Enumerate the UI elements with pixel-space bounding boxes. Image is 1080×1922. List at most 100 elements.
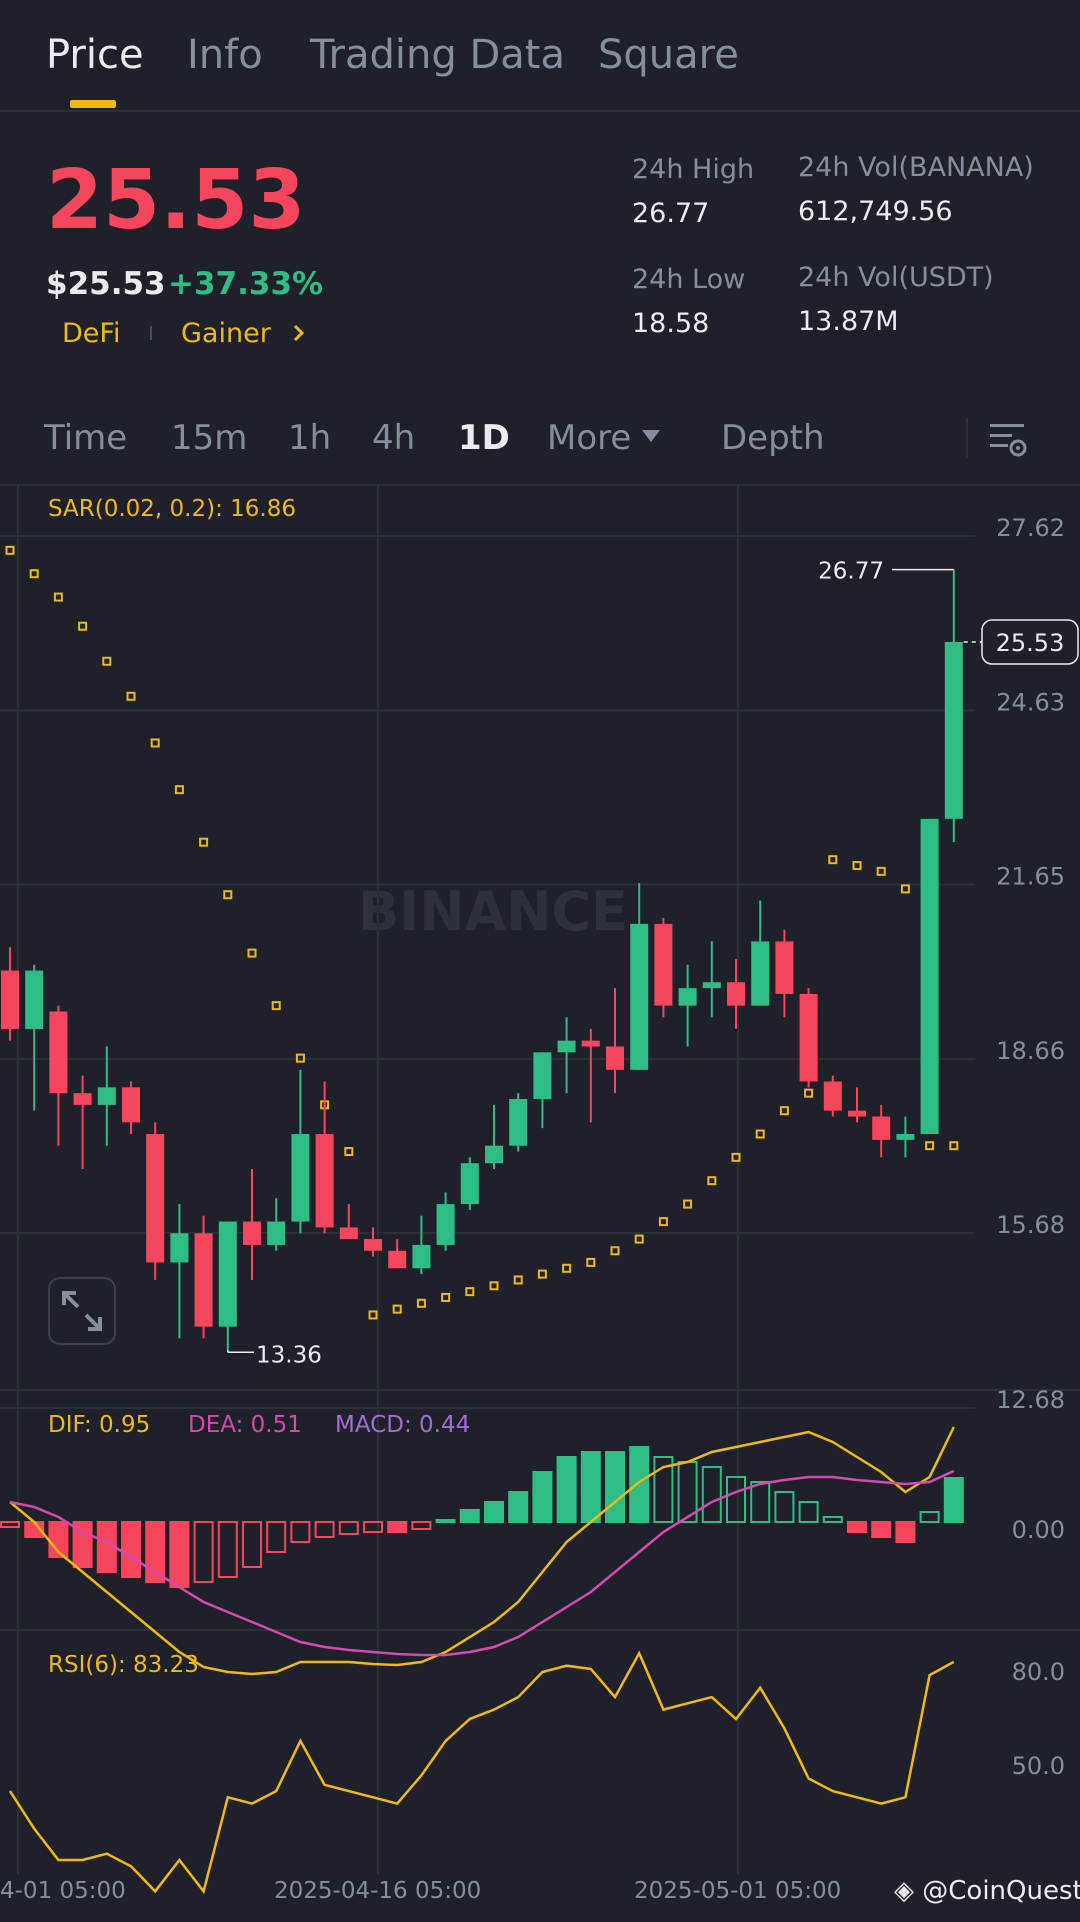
- y-tick-label: 24.63: [996, 689, 1065, 717]
- macd-bar: [193, 1521, 214, 1583]
- price-usd: $25.53: [46, 266, 166, 302]
- macd-bar: [726, 1476, 746, 1523]
- chart-settings-icon[interactable]: [988, 420, 1028, 460]
- candle-body: [1, 970, 19, 1029]
- sar-dot: [513, 1275, 523, 1285]
- sar-dot: [562, 1263, 572, 1273]
- dif-label: DIF: 0.95: [48, 1412, 151, 1438]
- candle-body: [122, 1087, 140, 1123]
- interval-more[interactable]: More: [547, 418, 631, 458]
- interval-time[interactable]: Time: [44, 418, 127, 458]
- price-chart[interactable]: 26.77 13.36 25.53 27.62 24.63 21.65 18.66 15.6…: [0, 484, 1080, 1922]
- x-tick-3: 2025-05-01 05:00: [634, 1878, 842, 1904]
- last-price: 25.53: [46, 153, 306, 248]
- caret-down-icon[interactable]: [640, 428, 662, 444]
- candle-body: [678, 988, 697, 1006]
- candle-body: [339, 1227, 358, 1240]
- sar-dot: [223, 890, 233, 900]
- last-price-tag: 25.53: [996, 629, 1065, 657]
- macd-bar: [363, 1521, 383, 1533]
- macd-bar: [532, 1471, 553, 1523]
- candle-body: [751, 941, 770, 1006]
- sar-dot: [441, 1292, 451, 1302]
- sar-dot: [658, 1217, 668, 1227]
- candle-body: [25, 970, 44, 1029]
- tag-gainer[interactable]: Gainer: [181, 318, 271, 349]
- macd-label: MACD: 0.44: [335, 1412, 471, 1438]
- macd-bar: [435, 1519, 456, 1523]
- candle-body: [388, 1250, 407, 1269]
- brand-label: ◈ @CoinQuest: [894, 1876, 1080, 1906]
- dea-label: DEA: 0.51: [188, 1412, 302, 1438]
- chevron-right-icon[interactable]: [290, 322, 308, 344]
- sar-label: SAR(0.02, 0.2): 16.86: [48, 496, 297, 522]
- active-tab-indicator: [70, 100, 116, 108]
- tab-info[interactable]: Info: [187, 32, 263, 78]
- candle-body: [267, 1221, 286, 1245]
- sar-dot: [126, 691, 136, 701]
- high-value: 26.77: [632, 198, 710, 229]
- candle-body: [97, 1087, 116, 1105]
- interval-1d[interactable]: 1D: [458, 418, 510, 458]
- candle-body: [170, 1233, 189, 1263]
- macd-bar: [0, 1521, 20, 1528]
- sar-dot: [634, 1234, 644, 1244]
- macd-bar: [387, 1521, 408, 1533]
- macd-bar: [895, 1521, 916, 1543]
- candle-body: [727, 982, 745, 1006]
- tag-defi[interactable]: DeFi: [62, 318, 120, 349]
- sar-dot: [779, 1106, 789, 1116]
- sar-dot: [755, 1129, 765, 1139]
- interval-4h[interactable]: 4h: [372, 418, 415, 458]
- candle-body: [775, 941, 794, 994]
- sar-dot: [53, 592, 63, 602]
- macd-bar: [338, 1521, 359, 1535]
- vol-quote-label: 24h Vol(USDT): [798, 262, 994, 293]
- chart-top-border: [0, 484, 1080, 486]
- sar-dot: [174, 785, 184, 795]
- sar-dot: [247, 948, 257, 958]
- low-label: 24h Low: [632, 264, 746, 295]
- y-tick-label: 12.68: [996, 1386, 1065, 1414]
- candle-body: [73, 1093, 92, 1105]
- tab-price[interactable]: Price: [46, 32, 144, 78]
- sar-dot: [804, 1088, 814, 1098]
- macd-bar: [605, 1451, 625, 1523]
- sar-dot: [150, 738, 160, 748]
- candle-body: [896, 1134, 915, 1140]
- sar-dot: [392, 1304, 402, 1314]
- candle-body: [557, 1040, 576, 1053]
- interval-1h[interactable]: 1h: [288, 418, 331, 458]
- interval-15m[interactable]: 15m: [171, 418, 247, 458]
- candle-body: [920, 818, 939, 1135]
- sar-dot: [586, 1257, 596, 1267]
- sar-dot: [925, 1141, 935, 1151]
- tab-trading-data[interactable]: Trading Data: [310, 32, 565, 78]
- sar-dot: [949, 1141, 959, 1151]
- x-tick-1: 4-01 05:00: [0, 1878, 126, 1904]
- top-tab-bar: Price Info Trading Data Square: [0, 0, 1080, 112]
- macd-bar: [290, 1521, 311, 1543]
- interval-depth[interactable]: Depth: [721, 418, 825, 458]
- high-annotation: 26.77: [818, 559, 884, 585]
- sar-dot: [368, 1310, 378, 1320]
- macd-bar: [217, 1521, 238, 1578]
- tab-square[interactable]: Square: [598, 32, 739, 78]
- sar-dot: [5, 545, 15, 555]
- expand-chart-button[interactable]: [48, 1277, 116, 1345]
- sar-dot: [344, 1147, 354, 1157]
- candle-body: [944, 641, 963, 819]
- candle-body: [848, 1110, 866, 1117]
- macd-bar: [580, 1451, 601, 1523]
- macd-bar: [508, 1491, 529, 1523]
- candle-body: [654, 923, 673, 1006]
- candle-body: [243, 1221, 261, 1245]
- macd-bar: [556, 1456, 577, 1523]
- macd-zero-label: 0.00: [1012, 1516, 1065, 1544]
- macd-bar: [798, 1501, 819, 1523]
- price-change: +37.33%: [168, 266, 324, 302]
- rsi-tick-label: 80.0: [1012, 1658, 1065, 1686]
- candle-body: [702, 982, 721, 989]
- candle-body: [533, 1052, 552, 1099]
- macd-bar: [314, 1521, 335, 1538]
